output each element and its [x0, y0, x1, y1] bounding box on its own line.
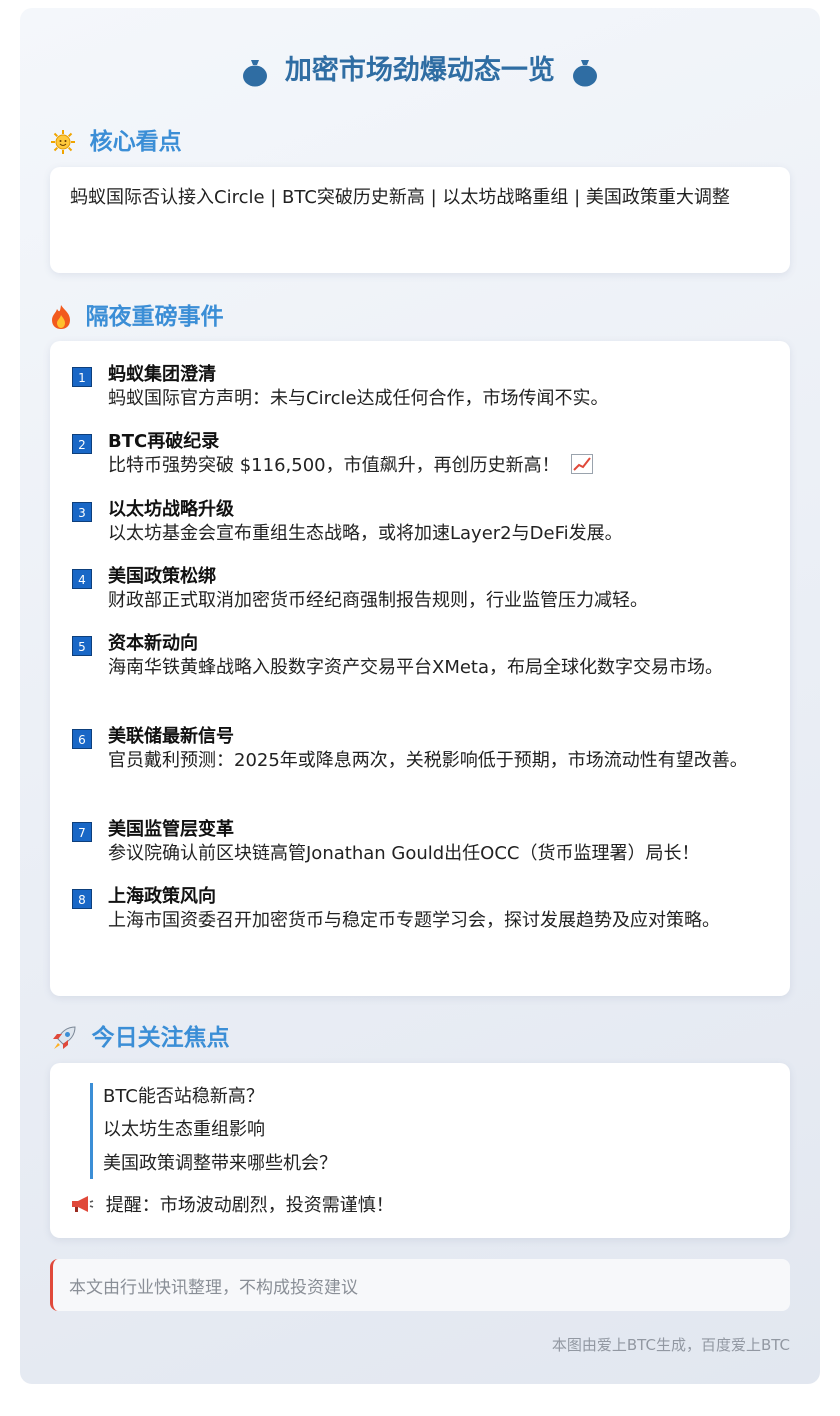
core-heading-row: 核心看点	[50, 122, 182, 156]
number-badge: 2	[72, 434, 92, 454]
page-title: 加密市场劲爆动态一览	[284, 55, 555, 86]
event-description: 参议院确认前区块链高管Jonathan Gould出任OCC（货币监理署）局长！	[108, 843, 700, 864]
events-heading: 隔夜重磅事件	[85, 304, 224, 330]
event-title: 美联储最新信号	[108, 726, 234, 747]
event-description: 海南华铁黄蜂战略入股数字资产交易平台XMeta，布局全球化数字交易市场。	[108, 657, 724, 678]
number-badge: 4	[72, 569, 92, 589]
event-title: 美国监管层变革	[108, 819, 234, 840]
event-title: 上海政策风向	[108, 886, 216, 907]
footer-credit: 本图由爱上BTC生成，百度爱上BTC	[551, 1336, 790, 1354]
number-badge: 7	[72, 822, 92, 842]
focus-heading: 今日关注焦点	[91, 1025, 230, 1051]
event-title: 资本新动向	[108, 633, 198, 654]
focus-panel: BTC能否站稳新高？ 以太坊生态重组影响 美国政策调整带来哪些机会？ 提醒：市场…	[50, 1063, 790, 1238]
event-title: BTC再破纪录	[108, 431, 220, 452]
events-heading-row: 隔夜重磅事件	[50, 297, 224, 331]
disclaimer-text: 本文由行业快讯整理，不构成投资建议	[69, 1278, 358, 1298]
core-heading: 核心看点	[89, 129, 182, 155]
sun-icon	[50, 130, 84, 156]
event-description-row: 比特币强势突破 $116,500，市值飙升，再创历史新高！	[108, 454, 758, 478]
event-title: 美国政策松绑	[108, 566, 216, 587]
report-card: 加密市场劲爆动态一览 核心看点 蚂蚁国际否认接入Circle | BTC突破历史…	[20, 8, 820, 1384]
focus-item: 美国政策调整带来哪些机会？	[103, 1153, 337, 1174]
disclaimer-box: 本文由行业快讯整理，不构成投资建议	[50, 1259, 790, 1311]
focus-item: 以太坊生态重组影响	[103, 1119, 265, 1140]
focus-heading-row: 今日关注焦点	[50, 1018, 230, 1052]
number-badge: 8	[72, 889, 92, 909]
number-badge: 5	[72, 636, 92, 656]
focus-accent-bar	[90, 1083, 93, 1179]
core-summary: 蚂蚁国际否认接入Circle | BTC突破历史新高 | 以太坊战略重组 | 美…	[70, 187, 730, 208]
event-description: 比特币强势突破 $116,500，市值飙升，再创历史新高！	[108, 455, 560, 476]
money-bag-icon	[242, 58, 277, 88]
megaphone-icon	[70, 1195, 100, 1216]
chart-increasing-icon	[571, 454, 594, 474]
events-panel: 1 蚂蚁集团澄清 蚂蚁国际官方声明：未与Circle达成任何合作，市场传闻不实。…	[50, 341, 790, 996]
event-description: 蚂蚁国际官方声明：未与Circle达成任何合作，市场传闻不实。	[108, 388, 609, 409]
page-title-row: 加密市场劲爆动态一览	[20, 48, 820, 88]
event-title: 以太坊战略升级	[108, 499, 234, 520]
reminder: 提醒：市场波动剧烈，投资需谨慎！	[70, 1193, 394, 1219]
number-badge: 1	[72, 367, 92, 387]
number-badge: 6	[72, 729, 92, 749]
core-panel: 蚂蚁国际否认接入Circle | BTC突破历史新高 | 以太坊战略重组 | 美…	[50, 167, 790, 273]
number-badge: 3	[72, 502, 92, 522]
fire-icon	[50, 305, 80, 331]
event-description: 财政部正式取消加密货币经纪商强制报告规则，行业监管压力减轻。	[108, 590, 648, 611]
money-bag-icon	[572, 58, 598, 88]
focus-item: BTC能否站稳新高？	[103, 1086, 264, 1107]
event-title: 蚂蚁集团澄清	[108, 364, 216, 385]
event-description: 官员戴利预测：2025年或降息两次，关税影响低于预期，市场流动性有望改善。	[108, 750, 748, 771]
event-description: 以太坊基金会宣布重组生态战略，或将加速Layer2与DeFi发展。	[108, 523, 623, 544]
rocket-icon	[50, 1026, 86, 1052]
event-description: 上海市国资委召开加密货币与稳定币专题学习会，探讨发展趋势及应对策略。	[108, 910, 720, 931]
reminder-text: 提醒：市场波动剧烈，投资需谨慎！	[105, 1195, 394, 1216]
